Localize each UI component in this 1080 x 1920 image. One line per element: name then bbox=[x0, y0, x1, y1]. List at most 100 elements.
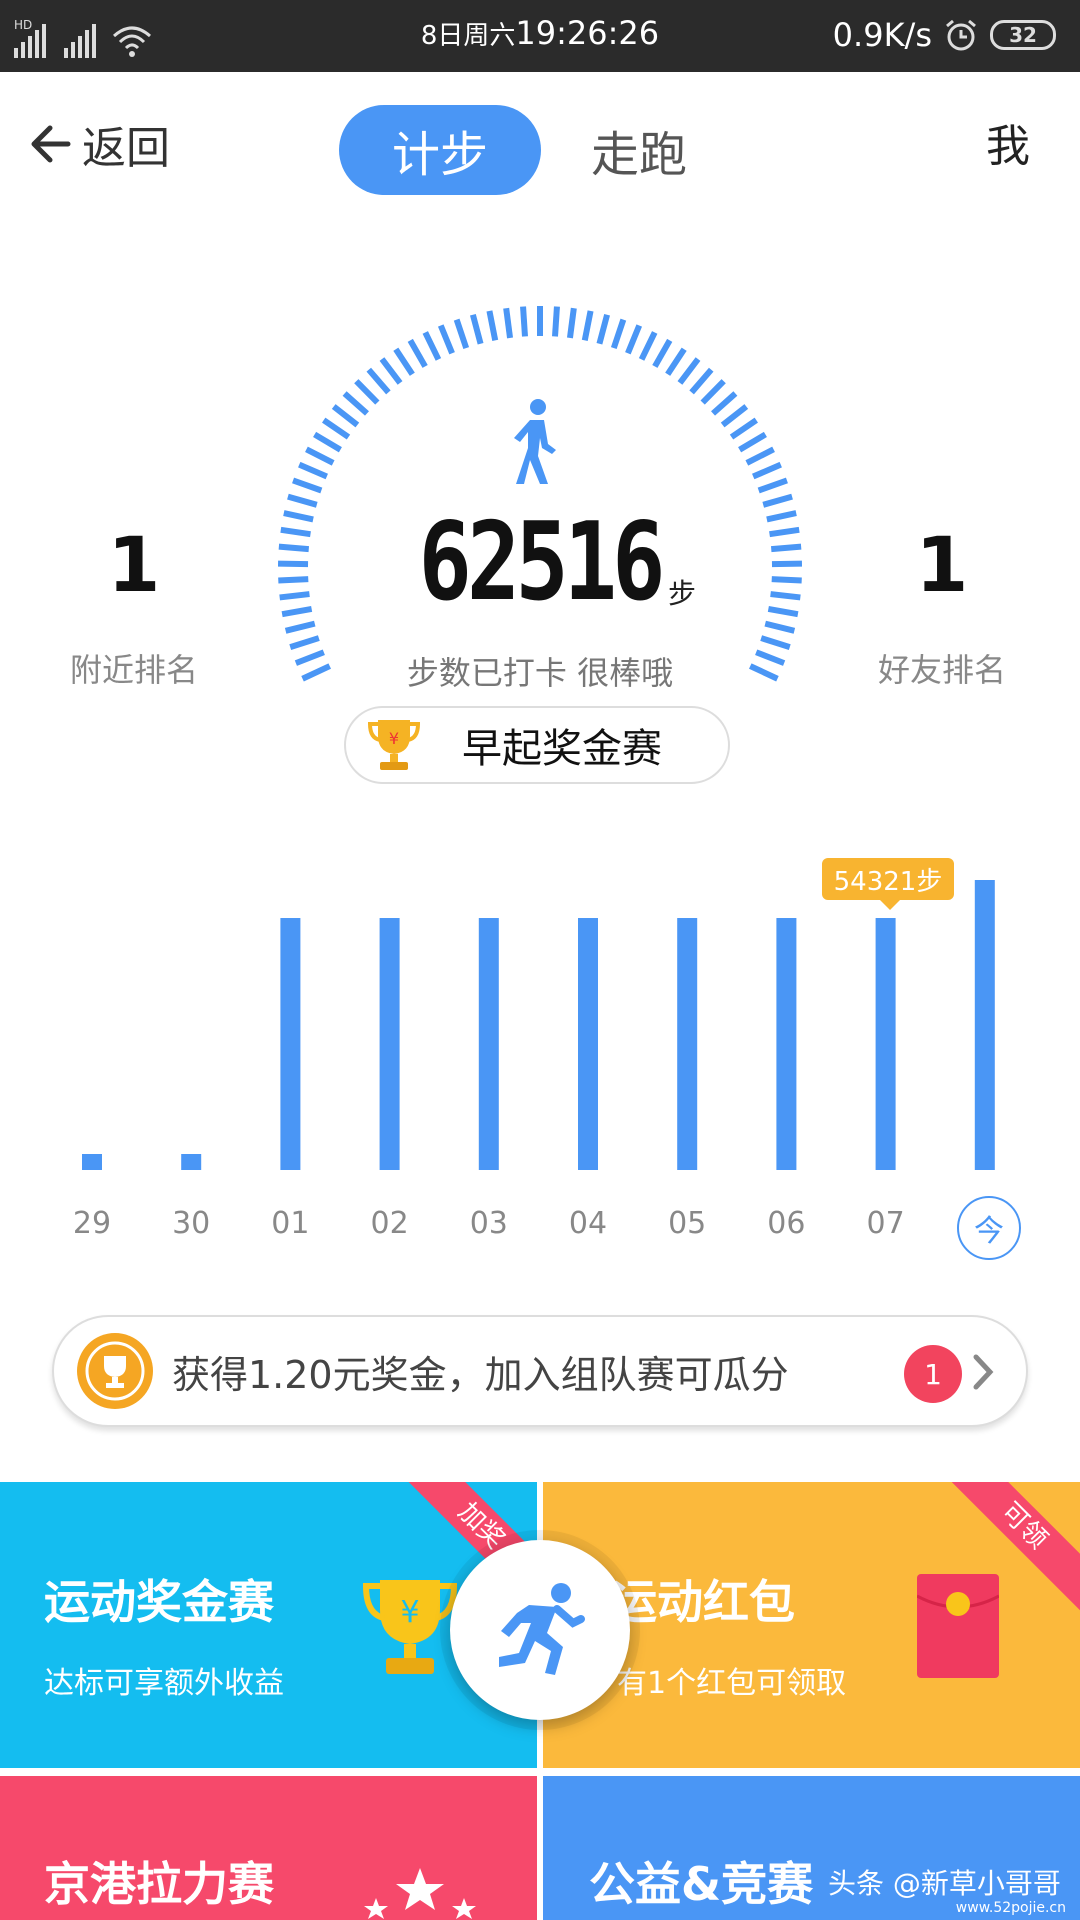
gauge-tick bbox=[298, 461, 328, 480]
card-title: 京港拉力赛 bbox=[44, 1857, 274, 1911]
card-subtitle: 有1个红包可领取 bbox=[617, 1666, 847, 1701]
status-time: 19:26:26 bbox=[515, 14, 660, 52]
x-tick-label: 06 bbox=[767, 1206, 805, 1241]
gauge-tick bbox=[503, 307, 514, 339]
gauge-tick bbox=[566, 307, 577, 339]
card-hk-rally[interactable]: 京港拉力赛 bbox=[0, 1776, 537, 1920]
x-tick-label: 03 bbox=[470, 1206, 508, 1241]
back-button[interactable]: 返回 bbox=[28, 112, 170, 176]
status-bar: HD 8日周六19:26:26 0.9K/s 32 bbox=[0, 0, 1080, 72]
gauge-tick bbox=[437, 324, 455, 355]
chart-bar[interactable] bbox=[875, 918, 896, 1170]
bar-tooltip: 54321步 bbox=[822, 858, 954, 910]
gauge-tick bbox=[596, 313, 610, 345]
medal-icon bbox=[77, 1333, 153, 1409]
gauge-tick bbox=[453, 318, 470, 350]
gauge-tick bbox=[331, 404, 360, 428]
chart-bar[interactable] bbox=[974, 880, 995, 1170]
chart-bar[interactable] bbox=[280, 918, 301, 1170]
gauge-tick bbox=[711, 391, 738, 416]
gauge-tick bbox=[366, 367, 391, 395]
gauge-tick bbox=[289, 635, 320, 650]
trophy-icon: ¥ bbox=[362, 1580, 458, 1674]
battery-level: 32 bbox=[1009, 23, 1037, 47]
friend-rank[interactable]: 1 好友排名 bbox=[832, 520, 1052, 691]
x-tick-label: 02 bbox=[371, 1206, 409, 1241]
gauge-tick bbox=[752, 461, 782, 480]
gauge-tick bbox=[342, 391, 369, 416]
early-bird-contest-button[interactable]: ¥ 早起奖金赛 bbox=[344, 706, 730, 784]
friend-rank-label: 好友排名 bbox=[877, 651, 1006, 689]
step-history-chart: 29 30 01 02 03 04 05 06 07 bbox=[73, 880, 995, 1241]
gauge-tick bbox=[677, 357, 701, 385]
gauge-tick bbox=[689, 367, 714, 395]
bonus-banner[interactable]: 获得1.20元奖金，加入组队赛可瓜分 1 bbox=[52, 1315, 1028, 1427]
red-packet-icon bbox=[917, 1574, 999, 1678]
gauge-tick bbox=[552, 306, 560, 337]
today-tick[interactable]: 今 bbox=[957, 1196, 1021, 1260]
gauge-tick bbox=[470, 313, 484, 345]
tab-walk-run[interactable]: 走跑 bbox=[541, 105, 737, 195]
tab-step-count[interactable]: 计步 bbox=[339, 105, 541, 195]
early-bird-label: 早起奖金赛 bbox=[462, 726, 662, 772]
chart-bar[interactable] bbox=[181, 1154, 202, 1170]
card-title: 公益&竞赛 bbox=[589, 1857, 814, 1911]
step-unit: 步 bbox=[668, 577, 697, 610]
gauge-tick bbox=[422, 331, 442, 361]
walking-person-icon bbox=[514, 399, 556, 484]
card-title: 运动红包 bbox=[611, 1575, 795, 1629]
running-person-icon bbox=[499, 1583, 585, 1675]
alarm-icon bbox=[946, 19, 976, 51]
chart-bar[interactable] bbox=[677, 918, 698, 1170]
chart-bar[interactable] bbox=[478, 918, 499, 1170]
svg-text:¥: ¥ bbox=[389, 729, 399, 748]
chart-bar[interactable] bbox=[379, 918, 400, 1170]
gauge-tick bbox=[305, 446, 335, 466]
card-title: 运动奖金赛 bbox=[44, 1575, 274, 1629]
gauge-tick bbox=[638, 331, 658, 361]
trophy-icon: ¥ bbox=[367, 720, 421, 770]
start-run-button[interactable] bbox=[450, 1540, 630, 1720]
chevron-right-icon bbox=[973, 1354, 994, 1390]
step-count: 62516 bbox=[418, 500, 666, 625]
watermark-url: www.52pojie.cn bbox=[955, 1900, 1066, 1916]
me-button[interactable]: 我 bbox=[986, 110, 1030, 174]
x-tick-label: 07 bbox=[867, 1206, 905, 1241]
gauge-tick bbox=[379, 357, 403, 385]
gauge-tick bbox=[700, 379, 726, 405]
gauge-tick bbox=[292, 477, 323, 494]
gauge-tick bbox=[313, 431, 342, 453]
svg-text:¥: ¥ bbox=[400, 1595, 419, 1630]
gauge-tick bbox=[720, 404, 749, 428]
gauge-tick bbox=[393, 347, 415, 376]
mode-tabs: 计步 走跑 bbox=[339, 105, 737, 195]
chart-bar[interactable] bbox=[82, 1154, 102, 1170]
gauge-tick bbox=[665, 347, 687, 376]
gauge-tick bbox=[610, 318, 627, 350]
back-label: 返回 bbox=[82, 123, 170, 174]
notification-badge: 1 bbox=[904, 1345, 962, 1403]
nearby-rank[interactable]: 1 附近排名 bbox=[24, 520, 244, 691]
gauge-tick bbox=[354, 379, 380, 405]
gauge-tick bbox=[625, 324, 643, 355]
gauge-tick bbox=[738, 431, 767, 453]
watermark: 头条 @新草小哥哥 bbox=[828, 1867, 1061, 1900]
chart-bar[interactable] bbox=[578, 918, 598, 1170]
network-speed: 0.9K/s bbox=[832, 16, 932, 54]
gauge-tick bbox=[757, 477, 788, 494]
status-right: 0.9K/s 32 bbox=[833, 16, 1056, 54]
x-tick-label: 29 bbox=[73, 1206, 111, 1241]
gauge-tick bbox=[729, 417, 758, 440]
stars-icon bbox=[364, 1868, 476, 1919]
gauge-tick bbox=[407, 338, 428, 368]
gauge-tick bbox=[581, 310, 594, 341]
status-date: 8日周六 bbox=[420, 21, 516, 51]
card-subtitle: 达标可享额外收益 bbox=[44, 1666, 284, 1701]
gauge-tick bbox=[652, 338, 673, 368]
x-tick-label: 30 bbox=[172, 1206, 210, 1241]
gauge-tick bbox=[745, 446, 775, 466]
gauge-tick bbox=[486, 310, 499, 341]
back-arrow-icon bbox=[31, 125, 71, 163]
chart-bar[interactable] bbox=[776, 918, 797, 1170]
friend-rank-value: 1 bbox=[915, 520, 969, 609]
